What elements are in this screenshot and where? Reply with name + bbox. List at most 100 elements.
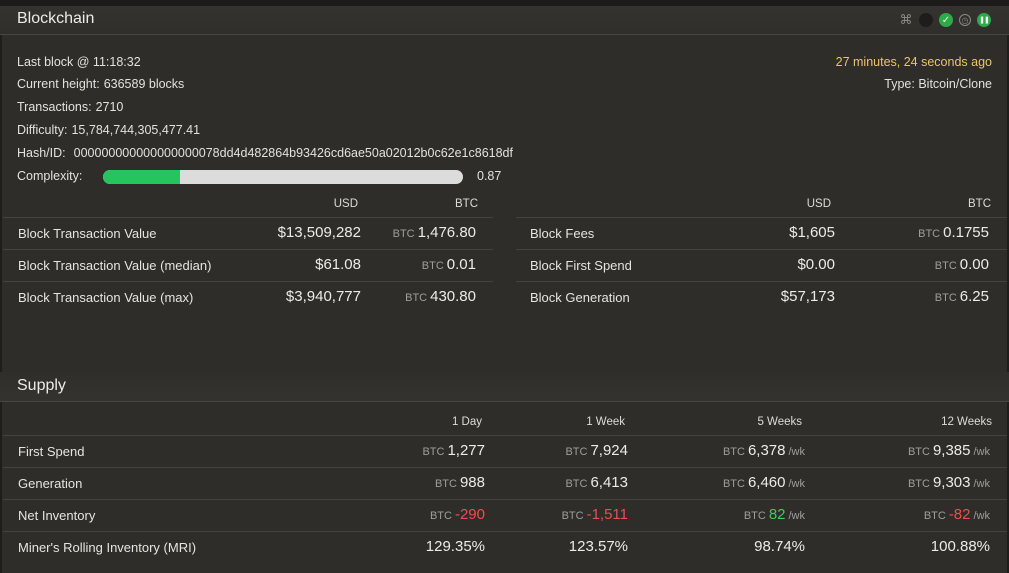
btc-value: 1,476.80 xyxy=(417,224,476,241)
difficulty: Difficulty: 15,784,744,305,477.41 xyxy=(17,123,200,137)
col-5-weeks: 5 Weeks xyxy=(757,416,802,428)
btc-unit: BTC xyxy=(722,446,745,458)
header-icons: ⌘ ✓ ◷ ❚❚ xyxy=(899,12,991,28)
table-header: USD BTC xyxy=(516,194,1007,218)
btc-value: 0.01 xyxy=(446,256,476,273)
current-height: Current height: 636589 blocks xyxy=(17,77,184,91)
per-week-unit: /wk xyxy=(973,478,991,490)
per-week-unit: /wk xyxy=(973,446,991,458)
network-icon[interactable]: ⌘ xyxy=(899,12,913,27)
supply-value: 988 xyxy=(459,474,485,491)
btc-unit: BTC xyxy=(392,228,415,240)
btc-value: 0.00 xyxy=(959,256,989,273)
chain-type: Type: Bitcoin/Clone xyxy=(884,77,992,91)
block-values-left-table: USD BTC Block Transaction Value $13,509,… xyxy=(3,194,493,314)
history-icon[interactable]: ◷ xyxy=(959,14,971,26)
supply-title: Supply xyxy=(17,377,66,394)
supply-value: -1,511 xyxy=(586,506,628,523)
btc-unit: BTC xyxy=(907,478,930,490)
usd-value: $57,173 xyxy=(780,288,835,305)
row-label: Block First Spend xyxy=(530,258,632,273)
col-12-weeks: 12 Weeks xyxy=(941,416,992,428)
row-label: Miner's Rolling Inventory (MRI) xyxy=(18,540,197,555)
col-btc: BTC xyxy=(455,198,478,210)
hash-id: Hash/ID: 000000000000000000078dd4d482864b… xyxy=(17,146,513,160)
btc-unit: BTC xyxy=(722,478,745,490)
table-row: Block Transaction Value $13,509,282 BTC 1… xyxy=(3,217,493,249)
last-block-ago: 27 minutes, 24 seconds ago xyxy=(835,55,992,69)
table-row: Generation BTC 988 BTC 6,413 BTC 6,460/wk B… xyxy=(3,467,1007,499)
supply-value: 100.88% xyxy=(930,538,990,555)
btc-unit: BTC xyxy=(429,510,452,522)
blockchain-header: Blockchain ⌘ ✓ ◷ ❚❚ xyxy=(0,6,1009,35)
supply-table: 1 Day 1 Week 5 Weeks 12 Weeks First Spen… xyxy=(3,410,1007,570)
supply-value: 6,378 xyxy=(747,442,786,459)
row-label: Block Generation xyxy=(530,290,630,305)
supply-value: 9,303 xyxy=(932,474,971,491)
tx-label: Transactions: xyxy=(17,100,92,114)
complexity-label: Complexity: xyxy=(17,169,83,183)
col-btc: BTC xyxy=(968,198,991,210)
btc-unit: BTC xyxy=(565,478,588,490)
supply-value: 6,413 xyxy=(590,474,628,491)
table-row: Block Generation $57,173 BTC 6.25 xyxy=(516,281,1007,313)
btc-value: 0.1755 xyxy=(943,224,989,241)
btc-unit: BTC xyxy=(434,478,457,490)
per-week-unit: /wk xyxy=(973,510,991,522)
height-label: Current height: xyxy=(17,77,100,91)
btc-unit: BTC xyxy=(561,510,584,522)
supply-value: 123.57% xyxy=(568,538,628,555)
supply-value: 129.35% xyxy=(425,538,485,555)
btc-unit: BTC xyxy=(421,260,444,272)
supply-value: 9,385 xyxy=(932,442,971,459)
table-row: Block Fees $1,605 BTC 0.1755 xyxy=(516,217,1007,249)
type-value: Bitcoin/Clone xyxy=(918,77,992,91)
height-value: 636589 blocks xyxy=(103,77,185,91)
hash-value[interactable]: 000000000000000000078dd4d482864b93426cd6… xyxy=(74,146,513,160)
col-1-week: 1 Week xyxy=(586,416,625,428)
usd-value: $61.08 xyxy=(315,256,361,273)
row-label: Block Fees xyxy=(530,226,595,241)
status-dark-icon[interactable] xyxy=(919,13,933,27)
hash-label: Hash/ID: xyxy=(17,146,66,160)
btc-unit: BTC xyxy=(907,446,930,458)
complexity-bar xyxy=(103,170,463,184)
supply-value: 7,924 xyxy=(590,442,628,459)
btc-unit: BTC xyxy=(934,292,957,304)
btc-unit: BTC xyxy=(565,446,588,458)
check-icon[interactable]: ✓ xyxy=(939,13,953,27)
col-1-day: 1 Day xyxy=(451,416,482,428)
difficulty-label: Difficulty: xyxy=(17,123,68,137)
row-label: Block Transaction Value xyxy=(18,226,157,241)
table-row: Net Inventory BTC -290 BTC -1,511 BTC 82/wk… xyxy=(3,499,1007,531)
row-label: Net Inventory xyxy=(18,508,96,523)
btc-unit: BTC xyxy=(918,228,941,240)
col-usd: USD xyxy=(806,198,831,210)
row-label: Block Transaction Value (max) xyxy=(18,290,194,305)
complexity-value: 0.87 xyxy=(477,169,502,183)
usd-value: $0.00 xyxy=(797,256,835,273)
transactions: Transactions: 2710 xyxy=(17,100,123,114)
supply-value: -82 xyxy=(948,506,971,523)
difficulty-value: 15,784,744,305,477.41 xyxy=(71,123,201,137)
btc-unit: BTC xyxy=(923,510,946,522)
btc-value: 430.80 xyxy=(430,288,476,305)
btc-unit: BTC xyxy=(422,446,445,458)
usd-value: $1,605 xyxy=(789,224,835,241)
supply-value: 1,277 xyxy=(447,442,485,459)
supply-header: Supply xyxy=(0,372,1009,402)
block-values-right-table: USD BTC Block Fees $1,605 BTC 0.1755 Bloc… xyxy=(516,194,1007,314)
btc-unit: BTC xyxy=(934,260,957,272)
blockchain-title: Blockchain xyxy=(17,10,95,27)
per-week-unit: /wk xyxy=(788,446,806,458)
btc-value: 6.25 xyxy=(959,288,989,305)
per-week-unit: /wk xyxy=(788,510,806,522)
complexity-bar-fill xyxy=(103,170,181,184)
tx-value: 2710 xyxy=(95,100,124,114)
btc-unit: BTC xyxy=(743,510,766,522)
table-row: Miner's Rolling Inventory (MRI) 129.35% … xyxy=(3,531,1007,563)
table-row: Block First Spend $0.00 BTC 0.00 xyxy=(516,249,1007,281)
pause-icon[interactable]: ❚❚ xyxy=(977,13,991,27)
table-row: Block Transaction Value (median) $61.08 … xyxy=(3,249,493,281)
usd-value: $3,940,777 xyxy=(285,288,361,305)
